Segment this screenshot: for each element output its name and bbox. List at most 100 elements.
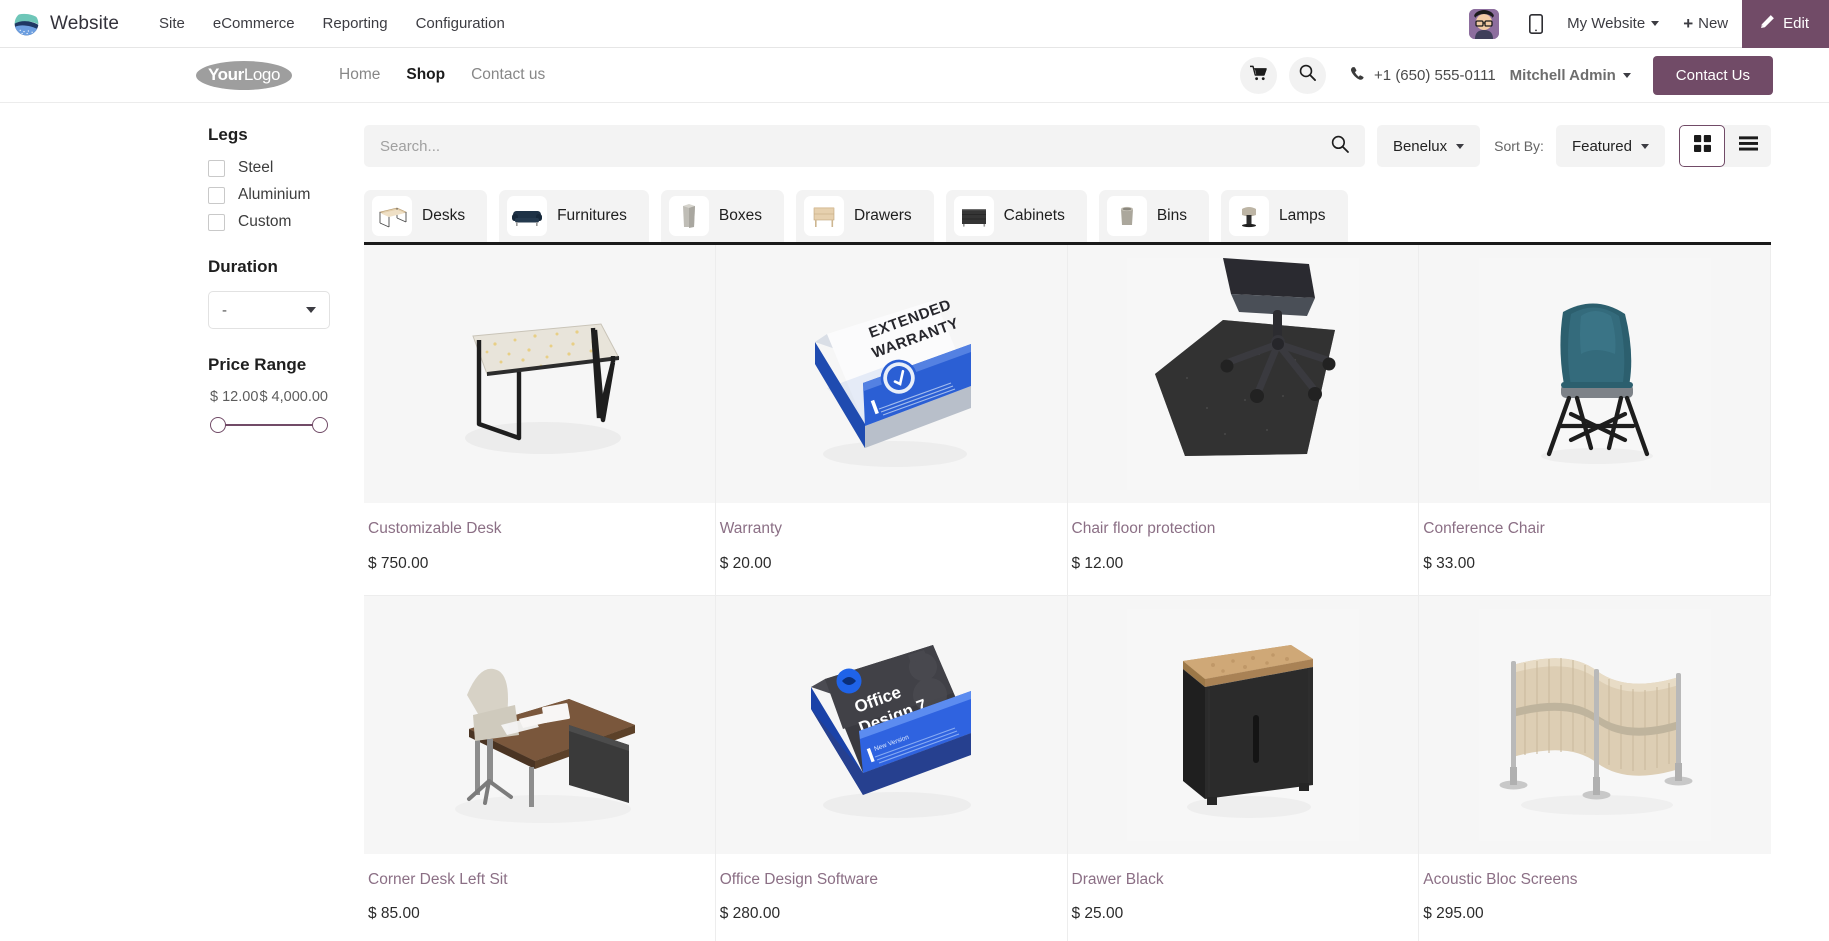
- category-tab-cabinets[interactable]: Cabinets: [945, 190, 1087, 242]
- product-card[interactable]: Customizable Desk $ 750.00: [364, 245, 716, 596]
- nav-contact-us[interactable]: Contact us: [458, 60, 558, 90]
- product-name[interactable]: Office Design Software: [720, 871, 1063, 890]
- product-info: Office Design Software $ 280.00: [720, 854, 1063, 941]
- avatar[interactable]: [1469, 8, 1500, 39]
- product-price: $ 33.00: [1423, 554, 1475, 572]
- plus-icon: +: [1683, 14, 1694, 33]
- category-tab-drawers[interactable]: Drawers: [795, 190, 934, 242]
- search-submit-icon[interactable]: [1331, 135, 1349, 158]
- new-button[interactable]: + New: [1669, 9, 1742, 38]
- product-card[interactable]: Chair floor protection $ 12.00: [1067, 245, 1420, 596]
- cabinet-thumb-icon: [953, 196, 994, 236]
- product-info: Customizable Desk $ 750.00: [368, 503, 711, 595]
- product-image-corner-desk[interactable]: [364, 595, 715, 854]
- app-name: Website: [50, 12, 119, 34]
- contact-us-button[interactable]: Contact Us: [1652, 55, 1773, 95]
- product-card[interactable]: Office Design 7 New Version Office Desig…: [715, 595, 1068, 941]
- search-icon: [1299, 64, 1316, 86]
- product-name[interactable]: Corner Desk Left Sit: [368, 871, 711, 890]
- filters-sidebar: Legs Steel Aluminium Custom Duration - P…: [0, 125, 364, 941]
- duration-select-value: -: [222, 301, 227, 319]
- duration-select[interactable]: -: [208, 291, 330, 329]
- slider-handle-min[interactable]: [210, 417, 226, 433]
- menu-ecommerce[interactable]: eCommerce: [199, 9, 309, 38]
- product-name[interactable]: Warranty: [720, 520, 1063, 539]
- pricelist-dropdown[interactable]: Benelux: [1376, 125, 1481, 167]
- odoo-brand[interactable]: Website: [0, 11, 123, 36]
- nav-home[interactable]: Home: [326, 60, 393, 90]
- product-card[interactable]: Acoustic Bloc Screens $ 295.00: [1419, 595, 1771, 941]
- phone-icon: [1350, 66, 1365, 85]
- menu-reporting[interactable]: Reporting: [309, 9, 402, 38]
- product-card[interactable]: EXTENDED WARRANTY Warranty $ 20.00: [715, 245, 1068, 596]
- logo-text-light: Logo: [243, 65, 281, 84]
- checkbox-icon[interactable]: [208, 186, 225, 204]
- new-button-label: New: [1698, 15, 1729, 32]
- shop-toolbar: Search... Benelux Sort By: Featured: [364, 125, 1771, 167]
- category-tab-boxes[interactable]: Boxes: [660, 190, 784, 242]
- website-selector-label: My Website: [1567, 15, 1646, 32]
- product-name[interactable]: Customizable Desk: [368, 520, 711, 539]
- price-range-title: Price Range: [208, 355, 307, 374]
- product-info: Chair floor protection $ 12.00: [1072, 503, 1415, 595]
- nav-shop[interactable]: Shop: [393, 60, 458, 90]
- product-price: $ 85.00: [368, 905, 420, 923]
- edit-button[interactable]: Edit: [1742, 0, 1829, 48]
- product-info: Drawer Black $ 25.00: [1072, 854, 1415, 941]
- product-info: Conference Chair $ 33.00: [1423, 503, 1766, 595]
- product-image-software-box[interactable]: Office Design 7 New Version: [715, 595, 1067, 854]
- product-image-warranty-box[interactable]: EXTENDED WARRANTY: [715, 245, 1067, 503]
- product-card[interactable]: Corner Desk Left Sit $ 85.00: [364, 595, 716, 941]
- cart-button[interactable]: [1240, 56, 1278, 94]
- site-logo[interactable]: Your Logo: [196, 60, 292, 90]
- sort-by-dropdown[interactable]: Featured: [1555, 125, 1665, 167]
- user-name: Mitchell Admin: [1509, 66, 1616, 84]
- category-tab-lamps[interactable]: Lamps: [1221, 190, 1348, 242]
- filter-option-custom[interactable]: Custom: [208, 213, 330, 231]
- category-label: Boxes: [718, 207, 762, 224]
- phone-number: +1 (650) 555-0111: [1374, 66, 1496, 84]
- price-range-slider[interactable]: [210, 415, 328, 435]
- product-name[interactable]: Conference Chair: [1423, 520, 1766, 539]
- pricelist-label: Benelux: [1392, 137, 1448, 155]
- category-label: Cabinets: [1003, 207, 1065, 224]
- slider-handle-max[interactable]: [312, 417, 328, 433]
- product-info: Corner Desk Left Sit $ 85.00: [368, 854, 711, 941]
- filter-option-steel[interactable]: Steel: [208, 159, 330, 177]
- product-image-desk[interactable]: [364, 245, 715, 503]
- product-card[interactable]: Conference Chair $ 33.00: [1419, 245, 1771, 596]
- search-input[interactable]: Search...: [364, 125, 1365, 167]
- product-image-acoustic-screens[interactable]: [1419, 595, 1771, 854]
- list-view-button[interactable]: [1725, 125, 1771, 167]
- search-placeholder: Search...: [380, 137, 441, 155]
- menu-configuration[interactable]: Configuration: [402, 9, 519, 38]
- checkbox-icon[interactable]: [208, 159, 225, 177]
- product-name[interactable]: Acoustic Bloc Screens: [1423, 871, 1767, 890]
- price-range-values: $ 12.00 $ 4,000.00: [210, 389, 328, 405]
- product-price: $ 25.00: [1071, 905, 1124, 923]
- header-search-button[interactable]: [1289, 56, 1327, 94]
- category-tab-desks[interactable]: Desks: [364, 190, 488, 242]
- website-selector[interactable]: My Website: [1557, 9, 1669, 38]
- phone-block[interactable]: +1 (650) 555-0111: [1350, 66, 1496, 85]
- user-menu[interactable]: Mitchell Admin: [1510, 67, 1631, 84]
- duration-filter-title: Duration: [208, 257, 278, 276]
- category-tab-furnitures[interactable]: Furnitures: [499, 190, 649, 242]
- checkbox-icon[interactable]: [208, 213, 225, 231]
- product-image-black-drawer[interactable]: [1067, 595, 1419, 854]
- chevron-down-icon: [306, 307, 316, 313]
- category-tabs: Desks Furnitures Boxes Drawers Cabinets …: [364, 190, 1771, 245]
- product-info: Warranty $ 20.00: [720, 503, 1063, 595]
- mobile-preview-icon[interactable]: [1515, 13, 1557, 34]
- filter-option-aluminium[interactable]: Aluminium: [208, 186, 330, 204]
- product-card[interactable]: Drawer Black $ 25.00: [1067, 595, 1420, 941]
- product-name[interactable]: Chair floor protection: [1072, 520, 1415, 539]
- category-tab-bins[interactable]: Bins: [1098, 190, 1209, 242]
- drawer-thumb-icon: [803, 196, 844, 236]
- product-image-teal-chair[interactable]: [1419, 245, 1770, 503]
- menu-site[interactable]: Site: [145, 9, 199, 38]
- grid-view-button[interactable]: [1679, 125, 1725, 167]
- product-name[interactable]: Drawer Black: [1072, 871, 1415, 890]
- site-header-right: +1 (650) 555-0111 Mitchell Admin Contact…: [1240, 55, 1773, 95]
- product-image-floor-mat[interactable]: [1067, 245, 1419, 503]
